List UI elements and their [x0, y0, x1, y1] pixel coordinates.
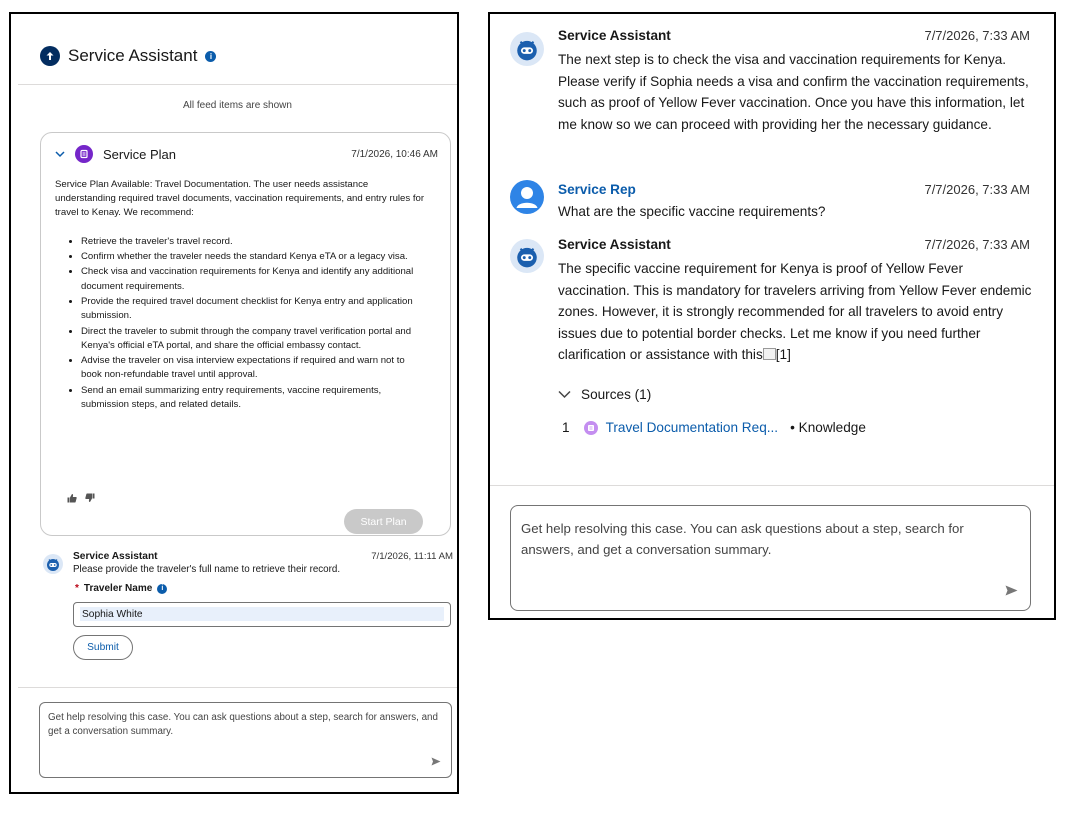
assistant-time: 7/1/2026, 11:11 AM — [371, 551, 453, 562]
source-type: • Knowledge — [790, 420, 866, 435]
composer-divider — [18, 687, 457, 688]
panel-header: Service Assistant i — [40, 46, 217, 66]
assistant-text: The next step is to check the visa and v… — [558, 52, 1029, 132]
plan-step: Direct the traveler to submit through th… — [81, 325, 425, 353]
assistant-avatar-icon — [43, 554, 63, 574]
chevron-down-icon[interactable] — [55, 147, 65, 161]
service-plan-card: Service Plan 7/1/2026, 10:46 AM Service … — [40, 132, 451, 536]
source-number: 1 — [562, 420, 570, 435]
service-assistant-panel-left: Service Assistant i All feed items are s… — [9, 12, 459, 794]
composer-input[interactable]: Get help resolving this case. You can as… — [510, 505, 1031, 611]
traveler-name-label-text: Traveler Name — [83, 583, 153, 594]
thumbs-down-icon[interactable] — [85, 493, 95, 506]
traveler-name-value: Sophia White — [80, 607, 444, 621]
user-avatar-icon — [510, 180, 544, 214]
knowledge-icon — [583, 420, 598, 435]
submit-button[interactable]: Submit — [73, 635, 133, 660]
service-plan-body: Service Plan Available: Travel Documenta… — [55, 178, 425, 413]
plan-step: Send an email summarizing entry requirem… — [81, 384, 425, 412]
plan-step: Advise the traveler on visa interview ex… — [81, 354, 425, 382]
panel-title: Service Assistant — [68, 46, 198, 65]
feedback-controls — [67, 493, 95, 506]
citation-link[interactable]: [1] — [776, 347, 791, 362]
assistant-text-wrap: The specific vaccine requirement for Ken… — [558, 258, 1033, 366]
send-icon[interactable] — [1005, 581, 1018, 602]
message-time: 7/7/2026, 7:33 AM — [924, 237, 1030, 252]
info-icon[interactable]: i — [157, 583, 168, 594]
assistant-name: Service Assistant — [558, 237, 671, 252]
assistant-text: Please provide the traveler's full name … — [73, 564, 341, 575]
service-plan-title: Service Plan — [103, 146, 176, 162]
service-plan-summary: Service Plan Available: Travel Documenta… — [55, 179, 425, 219]
source-item: 1 Travel Documentation Req... • Knowledg… — [562, 420, 866, 435]
feed-note: All feed items are shown — [183, 100, 292, 111]
service-plan-time: 7/1/2026, 10:46 AM — [351, 148, 438, 160]
start-plan-button[interactable]: Start Plan — [344, 509, 423, 534]
rep-text: What are the specific vaccine requiremen… — [558, 204, 826, 219]
assistant-name: Service Assistant — [73, 551, 158, 562]
header-divider — [18, 84, 457, 85]
thumbs-up-icon[interactable] — [67, 493, 77, 506]
service-assistant-panel-right: Service Assistant 7/7/2026, 7:33 AM The … — [488, 12, 1056, 620]
plan-step: Confirm whether the traveler needs the s… — [81, 250, 425, 264]
info-icon[interactable]: i — [205, 50, 217, 62]
assistant-card: Service Assistant i All feed items are s… — [18, 20, 457, 788]
agent-icon — [40, 46, 60, 66]
plan-step: Provide the required travel document che… — [81, 295, 425, 323]
broken-image-icon — [762, 348, 776, 361]
assistant-avatar-icon — [510, 32, 544, 66]
traveler-name-label: * Traveler Name i — [75, 583, 168, 594]
traveler-name-input[interactable]: Sophia White — [73, 602, 451, 627]
assistant-text: The specific vaccine requirement for Ken… — [558, 261, 1032, 363]
plan-step: Retrieve the traveler's travel record. — [81, 235, 425, 249]
rep-name[interactable]: Service Rep — [558, 182, 636, 197]
required-marker: * — [75, 583, 79, 594]
assistant-avatar-icon — [510, 239, 544, 273]
composer-divider — [490, 485, 1054, 486]
service-plan-header[interactable]: Service Plan 7/1/2026, 10:46 AM — [55, 145, 438, 163]
send-icon[interactable] — [431, 757, 441, 771]
plan-step: Check visa and vaccination requirements … — [81, 265, 425, 293]
service-plan-steps: Retrieve the traveler's travel record. C… — [55, 235, 425, 413]
composer-placeholder: Get help resolving this case. You can as… — [521, 521, 964, 557]
sources-toggle[interactable]: Sources (1) — [558, 387, 651, 402]
composer-input[interactable]: Get help resolving this case. You can as… — [39, 702, 452, 778]
service-plan-icon — [75, 145, 93, 163]
composer-placeholder: Get help resolving this case. You can as… — [48, 712, 438, 737]
message-time: 7/7/2026, 7:33 AM — [924, 182, 1030, 197]
message-time: 7/7/2026, 7:33 AM — [924, 28, 1030, 43]
source-link[interactable]: Travel Documentation Req... — [606, 420, 779, 435]
sources-label: Sources (1) — [581, 387, 652, 402]
assistant-name: Service Assistant — [558, 28, 671, 43]
chevron-down-icon[interactable] — [558, 387, 571, 402]
